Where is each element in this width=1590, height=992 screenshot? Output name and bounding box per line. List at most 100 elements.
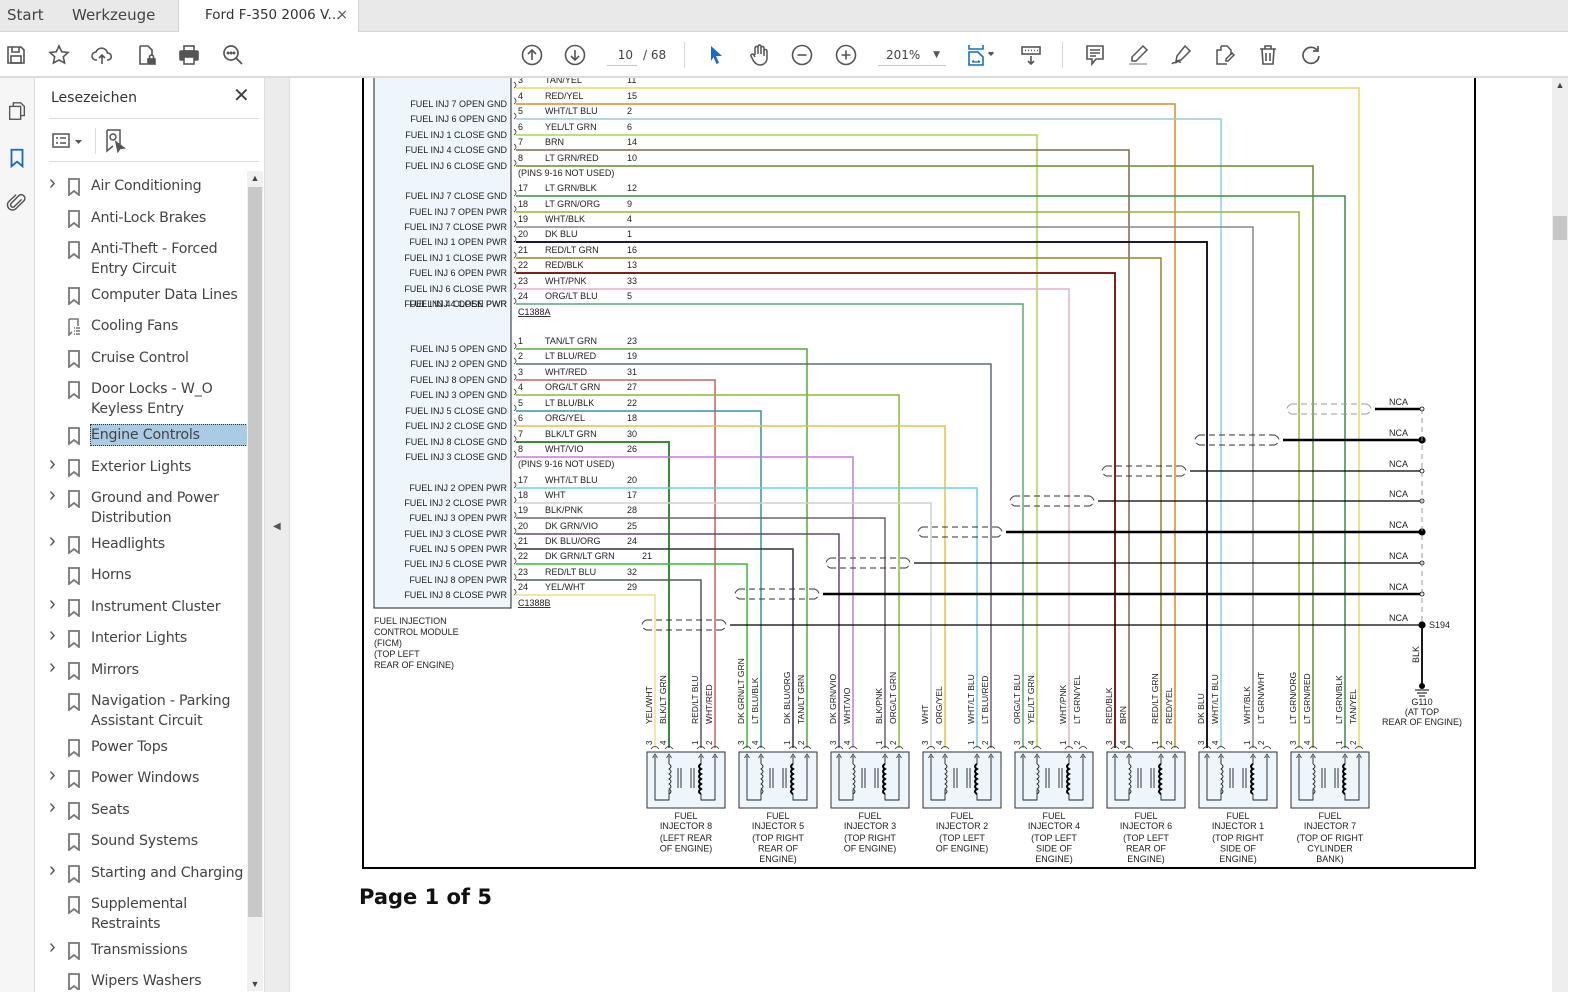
save-icon[interactable] <box>3 42 29 68</box>
chevron-right-icon[interactable]: › <box>49 173 56 193</box>
circuit-number: 14 <box>627 137 637 147</box>
hand-tool-icon[interactable] <box>746 42 772 68</box>
chevron-right-icon[interactable]: › <box>49 860 56 880</box>
injector-wire-label: WHT/LT BLU <box>1210 674 1220 724</box>
pin-number: 23 <box>518 276 528 286</box>
chevron-right-icon[interactable]: › <box>49 937 56 957</box>
bookmark-scrollbar[interactable]: ▲ ▼ <box>247 171 263 991</box>
pin-number: 8 <box>518 444 523 454</box>
module-label: (FICM) <box>374 638 402 648</box>
injector-location: (TOP LEFT <box>1031 833 1077 843</box>
print-icon[interactable] <box>176 42 202 68</box>
export-file-icon[interactable] <box>1211 42 1237 68</box>
wire-color-label: RED/BLK <box>545 260 584 270</box>
chevron-right-icon[interactable]: › <box>49 531 56 551</box>
collapse-panel-icon[interactable]: ◀ <box>273 521 281 532</box>
injector-name: FUEL <box>1226 811 1249 821</box>
injector-wire-label: DK GRN/LT GRN <box>736 658 746 724</box>
pin-function-label: FUEL INJ 5 OPEN PWR <box>409 544 507 554</box>
injector-pin-number: 4 <box>659 740 668 745</box>
zoom-level-select[interactable]: 201% ▼ <box>878 44 946 66</box>
sign-icon[interactable] <box>1168 42 1194 68</box>
circuit-number: 22 <box>627 398 637 408</box>
injector-pin-number: 3 <box>921 740 930 745</box>
scroll-up-icon[interactable]: ▲ <box>247 171 263 185</box>
document-view[interactable]: 3 TAN/YEL 11 FUEL INJ 7 OPEN GND 4 RED/YEL 15 F… <box>290 78 1552 992</box>
injector-location: (TOP LEFT <box>1123 833 1169 843</box>
connector-pin-mark <box>513 189 517 197</box>
ground-symbol <box>1415 689 1429 697</box>
injector-wire-label: TAN/LT GRN <box>796 675 806 724</box>
connector-pin-mark <box>513 251 517 259</box>
chevron-right-icon[interactable]: › <box>49 797 56 817</box>
circuit-number: 26 <box>627 444 637 454</box>
zoom-in-icon[interactable] <box>833 42 859 68</box>
protect-file-icon[interactable] <box>133 42 159 68</box>
pages-icon[interactable] <box>4 98 30 124</box>
wire-color-label: YEL/WHT <box>545 582 586 592</box>
injector-name: FUEL <box>1318 811 1341 821</box>
bookmark-label: Anti-Theft - Forced Entry Circuit <box>91 241 218 277</box>
comment-icon[interactable] <box>1082 42 1108 68</box>
scroll-mode-icon[interactable] <box>1018 42 1044 68</box>
close-icon[interactable]: ✕ <box>233 86 253 106</box>
scroll-thumb[interactable] <box>248 187 262 917</box>
bookmark-options-button[interactable] <box>51 130 87 152</box>
bookmark-label: Cruise Control <box>91 350 189 366</box>
circuit-number: 25 <box>627 521 637 531</box>
zoom-out-icon[interactable] <box>789 42 815 68</box>
document-scrollbar[interactable]: ▲ <box>1552 78 1568 992</box>
attachment-icon[interactable] <box>4 190 30 216</box>
pin-function-label: FUEL INJ 5 CLOSE GND <box>405 406 507 416</box>
bookmark-icon[interactable] <box>4 145 30 171</box>
bookmark-star-icon[interactable] <box>46 42 72 68</box>
circuit-number: 33 <box>627 276 637 286</box>
select-cursor-icon[interactable] <box>703 42 729 68</box>
panel-collapse-strip[interactable]: ◀ <box>265 78 290 992</box>
connector-pin-mark <box>513 159 517 167</box>
tab-document[interactable]: Ford F-350 2006 V... × <box>178 0 359 33</box>
tab-close-icon[interactable]: × <box>336 0 348 30</box>
injector-pin-number: 3 <box>1105 740 1114 745</box>
injector-wire-label: WHT/VIO <box>842 687 852 724</box>
bookmark-label: Horns <box>91 567 132 583</box>
delete-icon[interactable] <box>1255 42 1281 68</box>
tab-start[interactable]: Start <box>7 0 44 32</box>
chevron-right-icon[interactable]: › <box>49 594 56 614</box>
scroll-thumb[interactable] <box>1553 216 1567 240</box>
chevron-right-icon[interactable]: › <box>49 765 56 785</box>
injector-pin-number: 2 <box>1257 740 1266 745</box>
find-bookmark-icon[interactable] <box>103 128 127 154</box>
chevron-right-icon[interactable]: › <box>49 454 56 474</box>
wire-color-label: BLK/PNK <box>545 505 583 515</box>
scroll-down-icon[interactable]: ▼ <box>247 977 263 991</box>
injector-wire-label: WHT <box>920 705 930 724</box>
rotate-icon[interactable] <box>1298 42 1324 68</box>
chevron-right-icon[interactable]: › <box>49 625 56 645</box>
pin-number: 6 <box>518 122 523 132</box>
injector-wire-label: LT GRN/RED <box>1302 673 1312 724</box>
injector-pin-number: 4 <box>1027 740 1036 745</box>
scroll-up-icon[interactable]: ▲ <box>1552 80 1568 94</box>
chevron-right-icon[interactable]: › <box>49 657 56 677</box>
circuit-number: 13 <box>627 260 637 270</box>
injector-wire-label: LT GRN/WHT <box>1256 672 1266 724</box>
prev-page-icon[interactable] <box>519 42 545 68</box>
highlight-icon[interactable] <box>1125 42 1151 68</box>
injector-location: REAR OF <box>758 844 799 854</box>
fit-page-icon[interactable] <box>963 42 999 68</box>
tab-tools[interactable]: Werkzeuge <box>72 0 155 32</box>
cloud-upload-icon[interactable] <box>89 42 115 68</box>
injector-wire-label: ORG/LT GRN <box>888 672 898 724</box>
next-page-icon[interactable] <box>562 42 588 68</box>
bookmark-label: Wipers Washers <box>91 973 202 989</box>
module-label: (TOP LEFT <box>374 649 420 659</box>
chevron-right-icon[interactable]: › <box>49 485 56 505</box>
search-zoom-icon[interactable] <box>220 42 246 68</box>
page-number-input[interactable]: 10 <box>607 44 637 66</box>
bookmark-label: Door Locks - W_O Keyless Entry <box>91 381 213 417</box>
injector-pin-number: 2 <box>1349 740 1358 745</box>
pin-number: 1 <box>518 336 523 346</box>
wire-color-label: RED/LT GRN <box>545 245 599 255</box>
injector-location: ENGINE) <box>1219 854 1257 864</box>
